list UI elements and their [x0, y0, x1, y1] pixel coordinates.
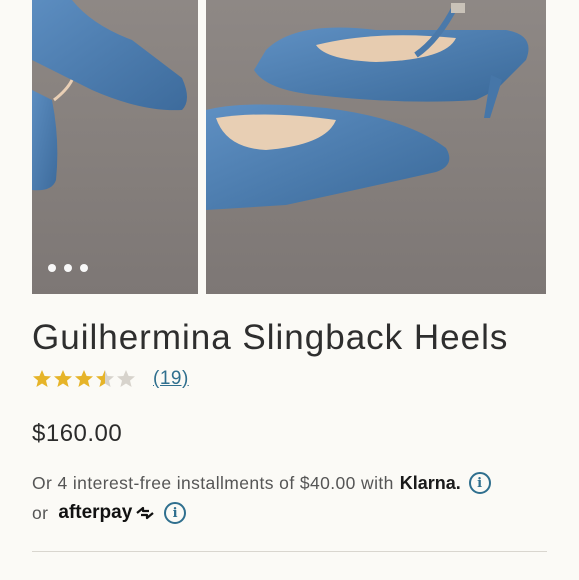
dot-indicator: [80, 264, 88, 272]
star-empty-icon: [117, 370, 135, 387]
star-filled-icon: [75, 370, 93, 387]
installments-text: Or 4 interest-free installments of $40.0…: [32, 472, 394, 493]
afterpay-arrows-icon: [136, 506, 155, 520]
star-half-icon: [96, 370, 114, 387]
product-image-gallery: [0, 0, 579, 294]
section-divider: [32, 551, 547, 552]
review-count-link[interactable]: (19): [153, 368, 189, 390]
klarna-info-icon[interactable]: i: [468, 472, 491, 494]
afterpay-info-icon[interactable]: i: [164, 502, 187, 524]
product-image-2[interactable]: [206, 0, 546, 294]
afterpay-logo: afterpay: [58, 502, 156, 524]
afterpay-installments: or afterpay i: [32, 502, 187, 524]
shoe-image-right: [206, 3, 529, 210]
klarna-installments: Or 4 interest-free installments of $40.0…: [32, 472, 491, 494]
or-text: or: [32, 502, 49, 523]
rating-stars: [32, 369, 136, 389]
klarna-logo: Klarna.: [399, 472, 461, 493]
dot-indicator: [64, 264, 72, 272]
product-title: Guilhermina Slingback Heels: [32, 318, 509, 357]
star-filled-icon: [54, 370, 72, 387]
product-image-1[interactable]: [32, 0, 198, 294]
shoe-image-left: [32, 0, 187, 191]
product-rating[interactable]: (19): [32, 368, 189, 390]
afterpay-text: afterpay: [58, 502, 133, 523]
gallery-more-indicator[interactable]: [48, 264, 88, 272]
star-filled-icon: [33, 370, 51, 387]
dot-indicator: [48, 264, 56, 272]
product-price: $160.00: [32, 420, 123, 447]
